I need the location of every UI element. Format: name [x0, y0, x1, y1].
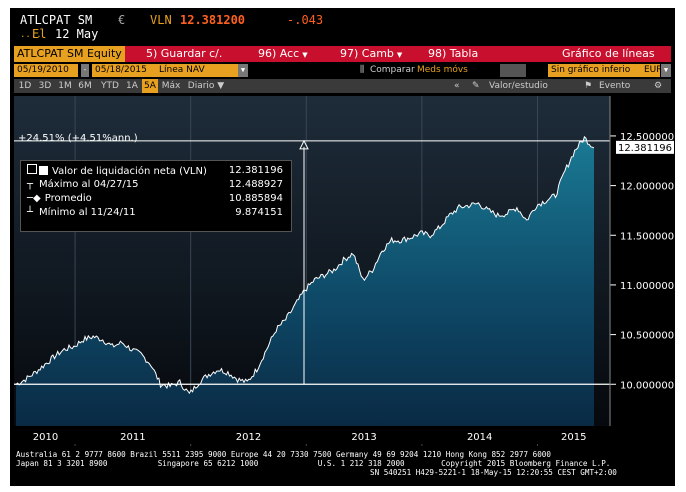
y-tick-label: 11.500000: [620, 231, 674, 242]
terminal-screen: ATLCPAT SM € VLN 12.381200 -.043 .... El…: [10, 8, 675, 486]
legend-avg: ─◆ Promedio: [27, 192, 92, 206]
currency-select[interactable]: EUR: [642, 64, 663, 77]
legend-max-label: Máximo al 04/27/15: [39, 179, 139, 190]
value-study-button[interactable]: Valor/estudio: [489, 79, 548, 93]
tab-1a[interactable]: 1A: [124, 79, 140, 93]
x-tick-label: 2011: [120, 432, 145, 443]
ticker-symbol: ATLCPAT SM: [20, 13, 93, 27]
legend-min-value: 9.874151: [235, 207, 283, 218]
legend-nav-label: Valor de liquidación neta (VLN): [52, 166, 207, 177]
tab-1d[interactable]: 1D: [16, 79, 34, 93]
chevron-down-icon: ▼: [302, 51, 308, 59]
y-tick-label: 10.000000: [620, 380, 674, 391]
performance-annotation: +24.51% (+4.51%ann.): [18, 133, 138, 144]
tab-1m[interactable]: 1M: [56, 79, 74, 93]
table-menu[interactable]: 98) Tabla: [428, 46, 478, 62]
date-separator: -: [81, 64, 89, 77]
event-button[interactable]: Evento: [599, 79, 630, 93]
menu-bar: ATLCPAT SM Equity 5) Guardar c/. 96) Acc…: [14, 46, 671, 62]
legend-min-label: Mínimo al 11/24/11: [39, 207, 136, 218]
blank-field[interactable]: [500, 64, 526, 77]
frequency-label: Diario: [187, 81, 215, 91]
end-date-field[interactable]: 05/18/2015: [92, 64, 156, 77]
checkbox-icon[interactable]: [27, 164, 37, 174]
tab-ytd[interactable]: YTD: [98, 79, 122, 93]
footer-contacts-line2: Japan 81 3 3201 8900 Singapore 65 6212 1…: [16, 459, 611, 468]
save-menu[interactable]: 5) Guardar c/.: [146, 46, 222, 62]
controls-row: 05/19/2010 - 05/18/2015 Línea NAV ▼ ⫼ Co…: [14, 64, 671, 78]
avg-marker-icon: ─◆: [27, 193, 41, 204]
chevron-down-icon[interactable]: ▼: [238, 64, 248, 77]
legend-avg-label: Promedio: [44, 193, 92, 204]
x-tick-label: 2013: [351, 432, 376, 443]
tab-3d[interactable]: 3D: [36, 79, 54, 93]
period-tab-bar: 1D 3D 1M 6M YTD 1A 5A Máx Diario ▼ « ✎ V…: [14, 79, 671, 93]
x-tick-label: 2015: [561, 432, 586, 443]
x-tick-label: 2010: [33, 432, 58, 443]
min-marker-icon: ┴: [27, 207, 34, 218]
vln-label: VLN: [150, 13, 172, 27]
actions-menu[interactable]: 96) Acc ▼: [258, 46, 308, 62]
x-tick-label: 2012: [236, 432, 261, 443]
x-axis-band: [14, 426, 610, 444]
compare-button[interactable]: Comparar: [370, 64, 415, 77]
tab-max[interactable]: Máx: [160, 79, 182, 93]
series-swatch: [39, 166, 48, 175]
chart-type-label: Gráfico de líneas: [562, 47, 655, 60]
bloomberg-terminal: ATLCPAT SM € VLN 12.381200 -.043 .... El…: [0, 0, 686, 492]
last-price: 12.381200: [180, 13, 246, 27]
start-date-field[interactable]: 05/19/2010: [14, 64, 78, 77]
collapse-icon[interactable]: «: [454, 79, 460, 93]
legend-max-value: 12.488927: [228, 179, 283, 190]
frequency-select[interactable]: Diario ▼: [186, 79, 226, 93]
legend-avg-value: 10.885894: [228, 193, 283, 204]
legend-nav: Valor de liquidación neta (VLN): [27, 164, 207, 178]
tab-5a[interactable]: 5A: [142, 79, 158, 93]
nav-line-chart: +24.51% (+4.51%ann.) 12.50000012.0000001…: [14, 96, 674, 446]
legend-min: ┴ Mínimo al 11/24/11: [27, 206, 136, 220]
change-menu[interactable]: 97) Camb ▼: [340, 46, 402, 62]
price-change: -.043: [287, 13, 324, 27]
y-tick-label: 12.000000: [620, 182, 674, 193]
actions-label: 96) Acc: [258, 47, 300, 60]
price-date: 12 May: [55, 27, 99, 41]
footer-session-id: SN 540251 H429-5221-1 18-May-15 12:20:55…: [370, 468, 617, 477]
flag-icon: ⚑: [584, 81, 593, 91]
tab-6m[interactable]: 6M: [76, 79, 94, 93]
chart-type-title: Gráfico de líneas: [562, 46, 655, 62]
y-tick-label: 11.000000: [620, 281, 674, 292]
change-label: 97) Camb: [340, 47, 394, 60]
el-label: El: [32, 27, 47, 41]
footer-contacts-line1: Australia 61 2 9777 8600 Brazil 5511 239…: [16, 450, 551, 459]
chart-legend: Valor de liquidación neta (VLN) 12.38119…: [20, 160, 292, 232]
currency-symbol: €: [118, 13, 126, 27]
security-field[interactable]: ATLCPAT SM Equity: [14, 46, 125, 62]
gear-icon[interactable]: ⚙: [654, 79, 662, 93]
legend-nav-value: 12.381196: [228, 165, 283, 176]
columns-icon: ⫼: [360, 65, 365, 75]
legend-max: ┬ Máximo al 04/27/15: [27, 178, 139, 192]
security-label: ATLCPAT SM Equity: [17, 47, 122, 60]
x-tick-label: 2014: [467, 432, 492, 443]
pencil-icon[interactable]: ✎: [472, 79, 480, 93]
chevron-down-icon[interactable]: ▼: [661, 64, 671, 77]
chevron-down-icon: ▼: [396, 51, 403, 59]
lower-chart-select[interactable]: Sin gráfico inferio: [548, 64, 646, 77]
table-label: 98) Tabla: [428, 47, 479, 60]
moving-avg-button[interactable]: Meds móvs: [417, 64, 468, 77]
y-tick-label: 10.500000: [620, 331, 674, 342]
series-select[interactable]: Línea NAV: [156, 64, 240, 77]
max-marker-icon: ┬: [27, 179, 34, 190]
save-label: 5) Guardar c/.: [146, 47, 223, 60]
last-price-tag-label: 12.381196: [618, 143, 672, 154]
